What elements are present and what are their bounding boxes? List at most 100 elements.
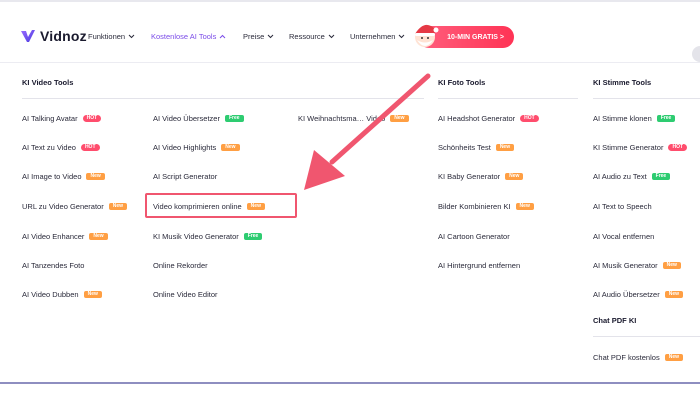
menu-item-label: AI Audio zu Text <box>593 172 647 181</box>
new-badge: New <box>515 203 534 210</box>
top-border <box>0 0 700 2</box>
menu-item[interactable]: KI Weihnachtsma… Video New <box>298 114 409 123</box>
new-badge: New <box>390 115 409 122</box>
promo-label: 10-MIN GRATIS > <box>447 33 504 41</box>
highlight-box <box>145 193 297 218</box>
nav-label: Kostenlose AI Tools <box>151 32 217 41</box>
new-badge: New <box>221 144 240 151</box>
new-badge: New <box>108 203 127 210</box>
nav-funktionen[interactable]: Funktionen <box>88 32 135 41</box>
vidnoz-logo-icon <box>21 30 35 42</box>
section-rule <box>22 98 424 99</box>
new-badge: New <box>505 173 524 180</box>
menu-item[interactable]: URL zu Video Generator New <box>22 202 127 211</box>
menu-item-label: KI Weihnachtsma… Video <box>298 114 386 123</box>
menu-item-label: KI Musik Video Generator <box>153 232 239 241</box>
hot-badge: HOT <box>520 115 539 122</box>
nav-preise[interactable]: Preise <box>243 32 274 41</box>
menu-item[interactable]: AI Musik Generator New <box>593 261 681 270</box>
chevron-down-icon <box>328 34 335 39</box>
nav-ressource[interactable]: Ressource <box>289 32 335 41</box>
menu-item[interactable]: AI Video Übersetzer Free <box>153 114 244 123</box>
chevron-down-icon <box>128 34 135 39</box>
menu-item[interactable]: AI Tanzendes Foto <box>22 261 84 270</box>
nav-kostenlose-ai-tools[interactable]: Kostenlose AI Tools <box>151 32 226 41</box>
menu-item-label: Bilder Kombinieren KI <box>438 202 511 211</box>
menu-item-label: KI Stimme Generator <box>593 143 664 152</box>
menu-item[interactable]: AI Headshot Generator HOT <box>438 114 539 123</box>
menu-item[interactable]: KI Baby Generator New <box>438 172 524 181</box>
menu-item-label: AI Stimme klonen <box>593 114 652 123</box>
menu-item[interactable]: Bilder Kombinieren KI New <box>438 202 534 211</box>
new-badge: New <box>83 291 102 298</box>
menu-item-label: AI Video Highlights <box>153 143 217 152</box>
hot-badge: HOT <box>82 115 102 122</box>
menu-item[interactable]: KI Musik Video Generator Free <box>153 232 263 241</box>
santa-icon <box>415 24 439 47</box>
chevron-down-icon <box>399 34 405 39</box>
hot-badge: HOT <box>668 144 688 151</box>
nav-label: Unternehmen <box>350 32 396 41</box>
new-badge: New <box>495 144 515 151</box>
vidnoz-logo[interactable]: Vidnoz <box>20 28 87 44</box>
top-navigation: Vidnoz Funktionen Kostenlose AI Tools Pr… <box>0 16 700 62</box>
menu-item-label: AI Tanzendes Foto <box>22 261 85 270</box>
new-badge: New <box>664 354 683 361</box>
menu-item-label: KI Baby Generator <box>438 172 501 181</box>
menu-item[interactable]: AI Hintergrund entfernen <box>438 261 520 270</box>
section-title-chatpdf: Chat PDF KI <box>593 316 637 325</box>
menu-item[interactable]: KI Stimme Generator HOT <box>593 143 688 152</box>
menu-item-label: AI Video Dubben <box>22 290 79 299</box>
new-badge: New <box>89 233 108 240</box>
menu-item[interactable]: AI Vocal entfernen <box>593 232 654 241</box>
menu-item-label: AI Text zu Video <box>22 143 76 152</box>
menu-item[interactable]: AI Image to Video New <box>22 172 105 181</box>
free-badge: Free <box>243 233 263 240</box>
menu-item[interactable]: AI Audio zu Text Free <box>593 172 671 181</box>
header-divider <box>0 62 700 63</box>
menu-item[interactable]: AI Text zu Video HOT <box>22 143 100 152</box>
menu-item-label: AI Text to Speech <box>593 202 652 211</box>
section-title-stimme: KI Stimme Tools <box>593 78 652 87</box>
section-rule <box>593 336 700 337</box>
menu-item[interactable]: AI Talking Avatar HOT <box>22 114 102 123</box>
menu-item-label: AI Headshot Generator <box>438 114 516 123</box>
new-badge: New <box>86 173 105 180</box>
nav-label: Preise <box>243 32 265 41</box>
menu-item-label: AI Video Enhancer <box>22 232 85 241</box>
menu-item[interactable]: AI Audio Übersetzer New <box>593 290 683 299</box>
chevron-up-icon <box>219 34 226 39</box>
menu-item[interactable]: AI Video Enhancer New <box>22 232 108 241</box>
bottom-border <box>0 382 700 384</box>
menu-item[interactable]: Chat PDF kostenlos New <box>593 353 683 362</box>
menu-item[interactable]: Online Rekorder <box>153 261 208 270</box>
menu-item-label: AI Hintergrund entfernen <box>438 261 521 270</box>
new-badge: New <box>664 291 683 298</box>
partial-circle-button[interactable] <box>692 46 700 62</box>
section-rule <box>438 98 578 99</box>
menu-item-label: URL zu Video Generator <box>22 202 104 211</box>
menu-item-label: AI Talking Avatar <box>22 114 78 123</box>
menu-item-label: Schönheits Test <box>438 143 491 152</box>
free-badge: Free <box>651 173 671 180</box>
menu-item[interactable]: Online Video Editor <box>153 290 218 299</box>
free-badge: Free <box>656 115 676 122</box>
menu-item-label: Online Rekorder <box>153 261 208 270</box>
section-rule <box>593 98 700 99</box>
menu-item[interactable]: AI Video Highlights New <box>153 143 240 152</box>
nav-unternehmen[interactable]: Unternehmen <box>350 32 405 41</box>
menu-item-label: AI Image to Video <box>22 172 82 181</box>
menu-item-label: AI Vocal entfernen <box>593 232 655 241</box>
menu-item-label: AI Musik Generator <box>593 261 658 270</box>
nav-label: Ressource <box>289 32 325 41</box>
menu-item[interactable]: AI Text to Speech <box>593 202 652 211</box>
new-badge: New <box>662 262 681 269</box>
menu-item[interactable]: AI Video Dubben New <box>22 290 102 299</box>
menu-item[interactable]: AI Script Generator <box>153 172 217 181</box>
menu-item[interactable]: Schönheits Test New <box>438 143 515 152</box>
menu-item[interactable]: AI Cartoon Generator <box>438 232 510 241</box>
section-title-video: KI Video Tools <box>22 78 74 87</box>
menu-item[interactable]: AI Stimme klonen Free <box>593 114 676 123</box>
menu-item-label: Online Video Editor <box>153 290 218 299</box>
nav-label: Funktionen <box>88 32 126 41</box>
